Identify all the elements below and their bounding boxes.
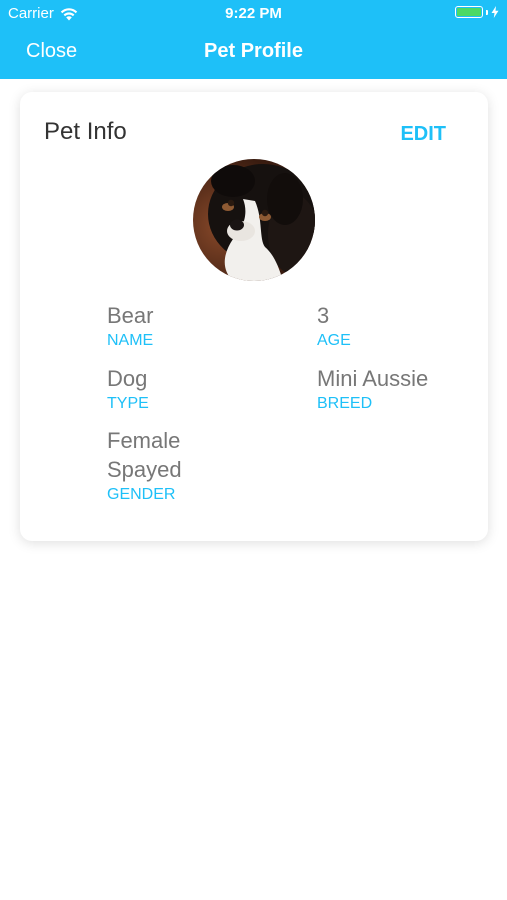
- header: Carrier 9:22 PM Close Pet Profile: [0, 0, 507, 79]
- pet-avatar: [193, 159, 315, 281]
- age-value: 3: [317, 303, 330, 328]
- field-breed: Mini Aussie BREED: [317, 364, 428, 414]
- battery-tip: [486, 9, 488, 15]
- battery-body: [455, 6, 483, 18]
- gender-label: GENDER: [107, 486, 176, 503]
- page-title: Pet Profile: [204, 40, 303, 62]
- gender-value-line1: Female: [107, 428, 181, 453]
- breed-value: Mini Aussie: [317, 366, 429, 391]
- dog-photo: [193, 159, 315, 281]
- name-value: Bear: [107, 303, 154, 328]
- name-label: NAME: [107, 332, 154, 349]
- field-type: Dog TYPE: [107, 364, 149, 414]
- status-bar: Carrier 9:22 PM: [0, 0, 507, 28]
- breed-label: BREED: [317, 395, 373, 412]
- type-label: TYPE: [107, 395, 149, 412]
- field-gender: Female Spayed GENDER: [107, 426, 257, 505]
- edit-button[interactable]: EDIT: [400, 123, 446, 146]
- battery-icon: [455, 6, 499, 18]
- battery-fill: [457, 8, 481, 16]
- type-value: Dog: [107, 366, 148, 391]
- charging-bolt-icon: [491, 6, 499, 18]
- pet-info-card: Pet Info EDIT Bear NAME 3 AGE Dog TYPE M…: [20, 92, 488, 541]
- card-title: Pet Info: [44, 118, 127, 145]
- age-label: AGE: [317, 332, 351, 349]
- field-age: 3 AGE: [317, 301, 351, 351]
- nav-bar: Close Pet Profile: [0, 28, 507, 79]
- status-time: 9:22 PM: [225, 5, 282, 22]
- gender-value-line2: Spayed: [107, 457, 182, 482]
- field-name: Bear NAME: [107, 301, 153, 351]
